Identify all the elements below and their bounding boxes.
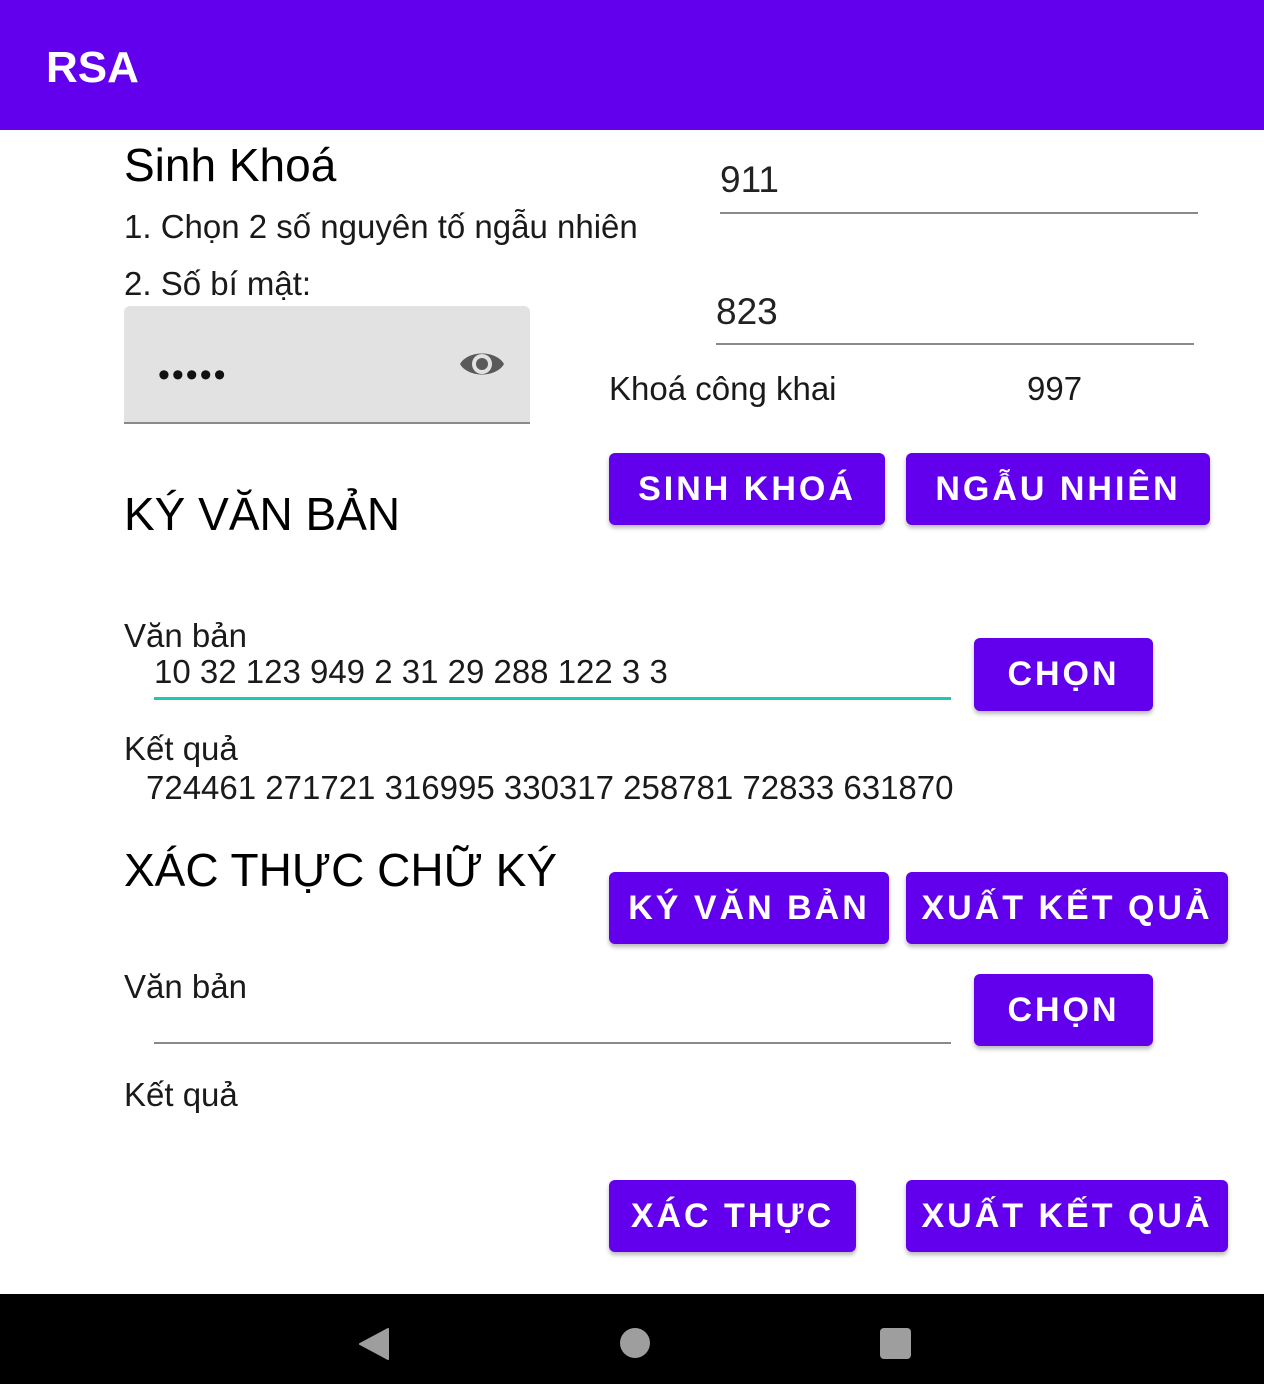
- sign-document-button[interactable]: KÝ VĂN BẢN: [609, 872, 889, 944]
- keygen-heading: Sinh Khoá: [124, 139, 337, 191]
- prime2-value: 823: [716, 291, 778, 332]
- sign-choose-button[interactable]: CHỌN: [974, 638, 1153, 711]
- public-key-label: Khoá công khai: [609, 370, 837, 407]
- verify-heading: XÁC THỰC CHỮ KÝ: [124, 844, 558, 896]
- home-circle-icon[interactable]: [620, 1328, 650, 1358]
- sign-result-value: 724461 271721 316995 330317 258781 72833…: [146, 769, 954, 806]
- sign-text-value: 10 32 123 949 2 31 29 288 122 3 3: [154, 653, 668, 690]
- verify-result-label: Kết quả: [124, 1076, 238, 1113]
- prime1-input[interactable]: 911: [720, 150, 1198, 214]
- prime2-input[interactable]: 823: [716, 282, 1194, 345]
- back-triangle-icon[interactable]: [358, 1327, 390, 1361]
- step2-label: 2. Số bí mật:: [124, 265, 312, 302]
- secret-input[interactable]: •••••: [124, 306, 530, 424]
- random-button[interactable]: NGẪU NHIÊN: [906, 453, 1210, 525]
- app-title: RSA: [46, 43, 139, 92]
- eye-icon[interactable]: [458, 344, 506, 384]
- recents-square-icon[interactable]: [880, 1328, 911, 1359]
- sign-export-button[interactable]: XUẤT KẾT QUẢ: [906, 872, 1228, 944]
- sign-heading: KÝ VĂN BẢN: [124, 488, 401, 540]
- generate-key-button[interactable]: SINH KHOÁ: [609, 453, 885, 525]
- app-bar: [0, 0, 1264, 130]
- public-key-value: 997: [1027, 370, 1083, 407]
- verify-text-input[interactable]: [154, 995, 951, 1044]
- step1-label: 1. Chọn 2 số nguyên tố ngẫu nhiên: [124, 208, 638, 245]
- verify-choose-button[interactable]: CHỌN: [974, 974, 1153, 1046]
- secret-masked-value: •••••: [158, 356, 228, 394]
- verify-export-button[interactable]: XUẤT KẾT QUẢ: [906, 1180, 1228, 1252]
- verify-button[interactable]: XÁC THỰC: [609, 1180, 856, 1252]
- prime1-value: 911: [720, 159, 779, 200]
- sign-result-label: Kết quả: [124, 730, 238, 767]
- sign-text-input[interactable]: 10 32 123 949 2 31 29 288 122 3 3: [154, 648, 951, 700]
